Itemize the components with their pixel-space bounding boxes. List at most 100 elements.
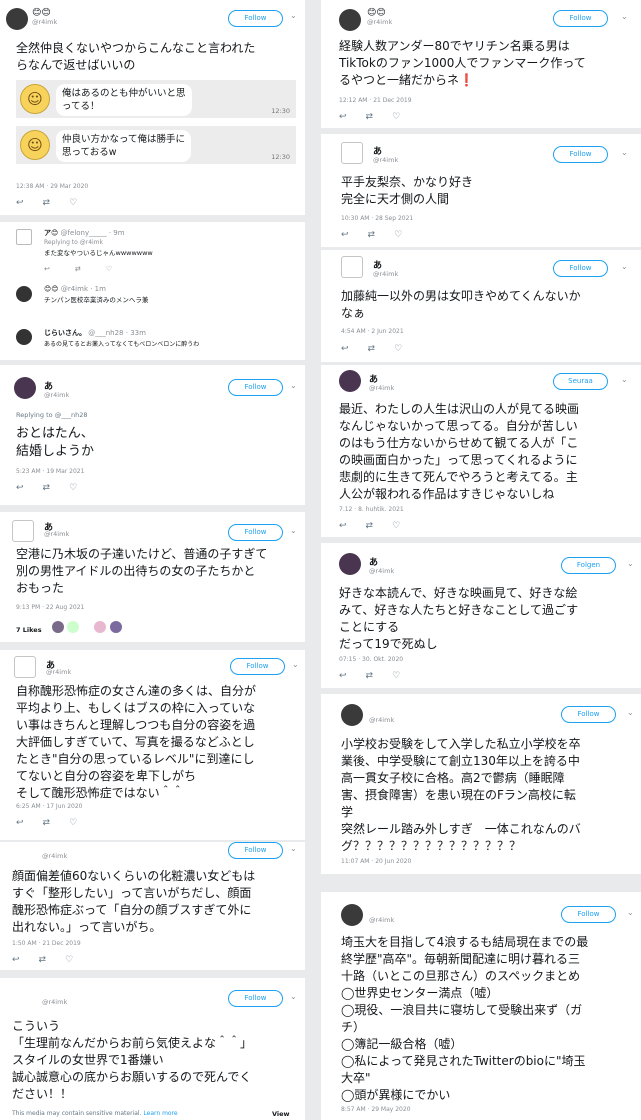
tweet-card: あ @r4imk Folgen ⌄ 好きな本読んで、好きな映画見て、好きな絵 み… [321,543,641,688]
tweet-card: 😊😊 @r4imk Follow ⌄ 経験人数アンダー80でヤリチン名乗る男は … [321,0,641,128]
handle: @r4imk [32,18,58,26]
avatar[interactable] [6,8,28,30]
avatar[interactable] [341,704,363,726]
action-bar: ↩⇄♡ [341,230,422,240]
chevron-down-icon[interactable]: ⌄ [627,908,634,917]
liker-avatar[interactable] [52,621,64,633]
reply-user: 😊😊 @r4imk · 1m [44,285,106,293]
liker-avatar[interactable] [67,621,79,633]
follow-button[interactable]: Follow [230,658,285,675]
avatar[interactable] [341,142,363,164]
follow-button[interactable]: Follow [553,10,608,27]
chat-message: ☺ 俺はあるのとも仲がいいと思 ってる！ 12:30 [16,80,296,118]
timestamp: 10:30 AM · 28 Sep 2021 [341,215,414,222]
chevron-down-icon[interactable]: ⌄ [627,559,634,568]
tweet-card: 😊😊 @r4imk Follow ⌄ 全然仲良くないやつからこんなこと言われた … [0,0,305,215]
follow-button[interactable]: Follow [228,524,283,541]
tweet-text: 最近、わたしの人生は沢山の人が見てる映画 なんじゃないかって思ってる。自分が苦し… [339,402,580,501]
chevron-down-icon[interactable]: ⌄ [290,844,297,853]
follow-button[interactable]: Follow [228,379,283,396]
chevron-down-icon[interactable]: ⌄ [292,660,299,669]
chevron-down-icon[interactable]: ⌄ [621,148,628,157]
learn-more-link[interactable]: Learn more [143,1110,177,1117]
chat-message: ☺ 仲良い方かなって俺は勝手に 思っておるw 12:30 [16,126,296,164]
timestamp: 11:07 AM · 20 Jun 2020 [341,858,412,865]
tweet-text: 好きな本読んで、好きな映画見て、好きな絵 みて、好きな人たちと好きなことして過ご… [339,586,579,651]
chevron-down-icon[interactable]: ⌄ [290,992,297,1001]
timestamp: 5:23 AM · 19 Mar 2021 [16,468,85,475]
tweet-card: @r4imk Follow ⌄ 埼玉大を目指して4浪するも結局現在までの最 終学… [321,892,641,1120]
tweet-text: 加藤純一以外の男は女叩きやめてくんないか なぁ [341,289,581,320]
avatar[interactable] [339,553,361,575]
chevron-down-icon[interactable]: ⌄ [290,526,297,535]
tweet-text: 経験人数アンダー80でヤリチン名乗る男は TikTokのファン1000人でファン… [339,39,586,87]
action-bar: ↩⇄♡ [16,818,97,828]
follow-button[interactable]: Seuraa [553,373,608,390]
like-icon[interactable]: ♡ [69,198,96,208]
tweet-card: あ @r4imk Follow ⌄ 空港に乃木坂の子達いたけど、普通の子すぎて … [0,512,305,642]
follow-button[interactable]: Follow [228,842,283,859]
follow-button[interactable]: Follow [228,990,283,1007]
tweet-text: 空港に乃木坂の子達いたけど、普通の子すぎて 別の男性アイドルの出待ちの女の子たち… [16,547,268,595]
action-bar: ↩⇄♡ [339,521,420,531]
follow-button[interactable]: Follow [561,706,616,723]
follow-button[interactable]: Follow [553,146,608,163]
action-bar: ↩⇄♡ [12,955,93,965]
liker-avatar[interactable] [110,621,122,633]
avatar[interactable] [14,377,36,399]
tweet-text: 小学校お受験をして入学した私立小学校を卒 業後、中学受験にて創立130年以上を誇… [341,737,581,853]
reply-user: ア😊 @felony_____ · 9m [44,229,125,237]
display-name: 😊😊 [32,8,51,18]
chat-time: 12:30 [271,107,290,115]
replying-to: Replying to @___nh28 [16,411,88,419]
action-bar: ↩⇄♡ [341,344,422,354]
avatar[interactable] [16,286,32,302]
follow-button[interactable]: Follow [228,10,283,27]
avatar[interactable] [16,229,32,245]
likes-count[interactable]: 7 Likes [16,625,42,635]
avatar[interactable] [339,370,361,392]
action-bar: ↩⇄♡ [339,671,420,681]
action-bar: ↩⇄♡ [16,198,96,208]
chevron-down-icon[interactable]: ⌄ [621,375,628,384]
timestamp: 12:38 AM · 29 Mar 2020 [16,183,89,190]
follow-button[interactable]: Follow [561,906,616,923]
avatar[interactable] [341,256,363,278]
avatar[interactable] [14,656,36,678]
display-name: 😊😊 [367,8,386,18]
handle: @r4imk [369,384,395,392]
action-bar: ↩⇄♡ [16,483,97,493]
handle: @r4imk [42,998,68,1006]
chat-bubble: 仲良い方かなって俺は勝手に 思っておるw [56,130,192,162]
reply-thread: ア😊 @felony_____ · 9m Replying to @r4imk … [0,222,305,360]
handle: @r4imk [44,391,70,399]
tweet-text: 埼玉大を目指して4浪するも結局現在までの最 終学歴"高卒"。毎朝新聞配達に明け暮… [341,935,589,1102]
avatar[interactable] [341,904,363,926]
reply-user: じらいさん。 @___nh28 · 33m [44,329,146,337]
liker-avatar[interactable] [94,621,106,633]
view-button[interactable]: View [272,1109,290,1119]
retweet-icon[interactable]: ⇄ [43,198,70,208]
chevron-down-icon[interactable]: ⌄ [621,262,628,271]
avatar[interactable] [339,9,361,31]
chevron-down-icon[interactable]: ⌄ [290,11,297,20]
tweet-card: あ @r4imk Follow ⌄ 平手友梨奈、かなり好き 完全に天才側の人間 … [321,134,641,247]
follow-button[interactable]: Folgen [561,557,616,574]
timestamp: 1:50 AM · 21 Dec 2019 [12,940,81,947]
tweet-card: あ @r4imk Seuraa ⌄ 最近、わたしの人生は沢山の人が見てる映画 な… [321,365,641,537]
tweet-text: こういう 「生理前なんだからお前ら気使えよな＾＾」 スタイルの女世界で1番嫌い … [12,1019,253,1101]
chevron-down-icon[interactable]: ⌄ [621,12,628,21]
tweet-card: あ @r4imk Follow ⌄ 加藤純一以外の男は女叩きやめてくんないか な… [321,250,641,362]
avatar[interactable] [16,329,32,345]
handle: @r4imk [369,567,395,575]
handle: @r4imk [46,668,72,676]
reply-text: チンパン医校卒業済みのメンヘラ兼 [44,296,149,304]
chevron-down-icon[interactable]: ⌄ [290,381,297,390]
timestamp: 7.12 · 8. huhtik. 2021 [339,506,404,513]
chevron-down-icon[interactable]: ⌄ [627,708,634,717]
avatar[interactable] [12,520,34,542]
follow-button[interactable]: Follow [553,260,608,277]
reply-icon[interactable]: ↩ [16,198,43,208]
timestamp: 8:57 AM · 29 May 2020 [341,1106,411,1113]
handle: @r4imk [373,156,399,164]
